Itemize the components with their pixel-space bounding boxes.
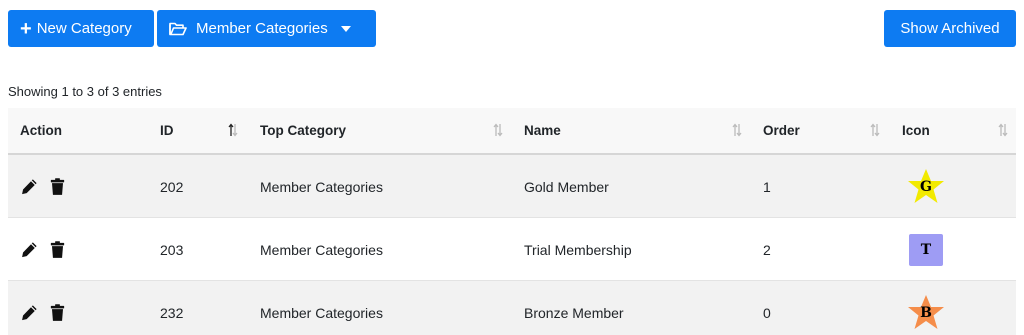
table-row: 202 Member Categories Gold Member 1 G: [8, 155, 1016, 218]
cell-order: 1: [763, 178, 771, 195]
header-action: Action: [20, 123, 62, 138]
cell-id: 202: [160, 178, 184, 195]
sort-icon[interactable]: [493, 123, 503, 137]
cell-name: Trial Membership: [524, 241, 632, 258]
show-archived-label: Show Archived: [900, 20, 1000, 37]
sort-icon[interactable]: [870, 123, 880, 137]
member-categories-dropdown-button[interactable]: Member Categories: [157, 10, 376, 47]
cell-id: 232: [160, 304, 184, 321]
header-icon[interactable]: Icon: [902, 108, 930, 153]
icon-letter: G: [920, 179, 932, 195]
member-categories-label: Member Categories: [196, 20, 328, 37]
square-icon: T: [909, 234, 943, 266]
cell-name: Bronze Member: [524, 304, 624, 321]
pencil-icon[interactable]: [20, 303, 39, 322]
star-icon: B: [906, 294, 946, 332]
table-header: Action ID Top Category Name Order Icon: [8, 108, 1016, 155]
cell-order: 0: [763, 304, 771, 321]
trash-icon[interactable]: [48, 303, 67, 322]
pencil-icon[interactable]: [20, 240, 39, 259]
icon-letter: T: [920, 242, 932, 258]
plus-icon: +: [20, 17, 32, 40]
trash-icon[interactable]: [48, 240, 67, 259]
table-row: 232 Member Categories Bronze Member 0 B: [8, 281, 1016, 335]
cell-name: Gold Member: [524, 178, 609, 195]
sort-icon[interactable]: [732, 123, 742, 137]
star-icon: G: [906, 168, 946, 206]
cell-top-category: Member Categories: [260, 241, 383, 258]
table-row: 203 Member Categories Trial Membership 2…: [8, 218, 1016, 281]
row-actions: [20, 155, 67, 218]
new-category-button[interactable]: + New Category: [8, 10, 154, 47]
trash-icon[interactable]: [48, 177, 67, 196]
cell-id: 203: [160, 241, 184, 258]
header-order[interactable]: Order: [763, 108, 800, 153]
show-archived-button[interactable]: Show Archived: [884, 10, 1016, 47]
row-actions: [20, 218, 67, 281]
folder-open-icon: [169, 22, 187, 35]
cell-top-category: Member Categories: [260, 178, 383, 195]
cell-top-category: Member Categories: [260, 304, 383, 321]
caret-down-icon: [340, 25, 351, 32]
header-name[interactable]: Name: [524, 108, 561, 153]
row-actions: [20, 281, 67, 335]
toolbar: + New Category Member Categories Show Ar…: [8, 10, 1016, 47]
header-top-category[interactable]: Top Category: [260, 108, 346, 153]
categories-table: Action ID Top Category Name Order Icon 2…: [8, 108, 1016, 335]
pencil-icon[interactable]: [20, 177, 39, 196]
header-id[interactable]: ID: [160, 108, 174, 153]
entries-info: Showing 1 to 3 of 3 entries: [8, 84, 162, 99]
new-category-label: New Category: [36, 20, 132, 37]
sort-icon[interactable]: [228, 123, 238, 137]
sort-icon[interactable]: [998, 123, 1008, 137]
icon-letter: B: [920, 305, 932, 321]
cell-order: 2: [763, 241, 771, 258]
